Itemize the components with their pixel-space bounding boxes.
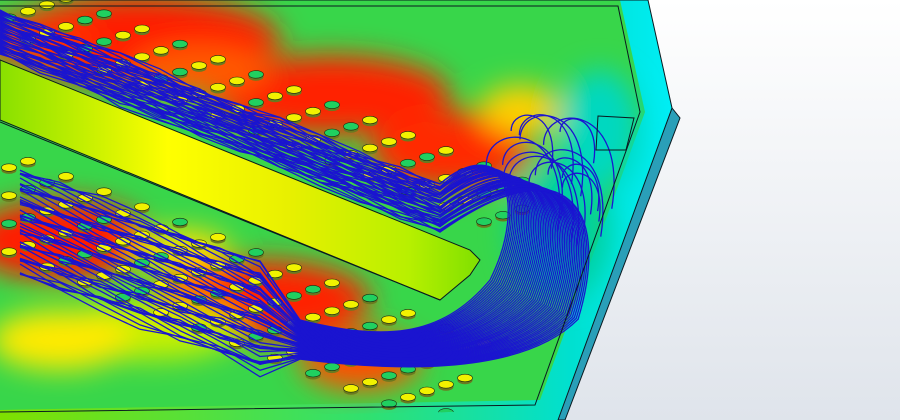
pin-fin xyxy=(324,362,340,374)
pin-fin xyxy=(362,143,378,155)
pin-fin xyxy=(153,46,169,57)
pin-fin xyxy=(343,122,359,133)
pin-fin xyxy=(324,278,340,290)
pin-fin xyxy=(400,131,416,142)
pin-fin xyxy=(286,85,302,96)
pin-fin xyxy=(1,219,17,230)
cold-plate-flow-simulation xyxy=(0,0,900,420)
pin-fin xyxy=(381,371,397,382)
pin-fin xyxy=(96,9,112,20)
pin-fin xyxy=(305,369,321,380)
pin-fin xyxy=(362,115,378,127)
pin-fin xyxy=(305,107,321,118)
pin-fin xyxy=(381,315,397,326)
cfd-viewport xyxy=(0,0,900,420)
heat-field xyxy=(0,0,645,420)
pin-fin xyxy=(324,100,340,112)
pin-fin xyxy=(77,15,93,27)
pin-fin xyxy=(305,285,321,296)
pin-fin xyxy=(172,217,188,229)
pin-fin xyxy=(58,172,74,183)
pin-fin xyxy=(286,263,302,274)
pin-fin xyxy=(248,248,264,259)
pin-fin xyxy=(20,7,36,18)
pin-fin xyxy=(267,91,283,103)
pin-fin xyxy=(1,247,17,258)
pin-fin xyxy=(343,300,359,311)
pin-fin xyxy=(172,39,188,51)
pin-fin xyxy=(362,293,378,305)
pin-fin xyxy=(20,157,36,168)
pin-fin xyxy=(58,22,74,33)
pin-fin xyxy=(1,191,17,202)
pin-fin xyxy=(457,373,473,385)
pin-fin xyxy=(362,377,378,389)
pin-fin xyxy=(191,61,207,72)
pin-fin xyxy=(476,217,492,228)
pin-fin xyxy=(381,137,397,148)
pin-fin xyxy=(343,384,359,395)
pin-fin xyxy=(248,70,264,81)
pin-fin xyxy=(324,306,340,318)
pin-fin xyxy=(134,24,150,36)
pin-fin xyxy=(400,309,416,320)
pin-fin xyxy=(210,83,226,94)
pin-fin xyxy=(1,163,17,174)
pin-fin xyxy=(438,380,454,391)
pin-fin xyxy=(438,146,454,157)
pin-fin xyxy=(210,55,226,66)
pin-fin xyxy=(400,393,416,404)
pin-fin xyxy=(286,291,302,302)
pin-fin xyxy=(419,386,435,398)
pin-fin xyxy=(115,265,131,276)
pin-fin xyxy=(115,31,131,42)
pin-fin xyxy=(248,98,264,109)
pin-fin xyxy=(229,76,245,88)
pin-fin xyxy=(210,233,226,244)
pin-fin xyxy=(419,152,435,164)
pin-fin xyxy=(381,399,397,410)
